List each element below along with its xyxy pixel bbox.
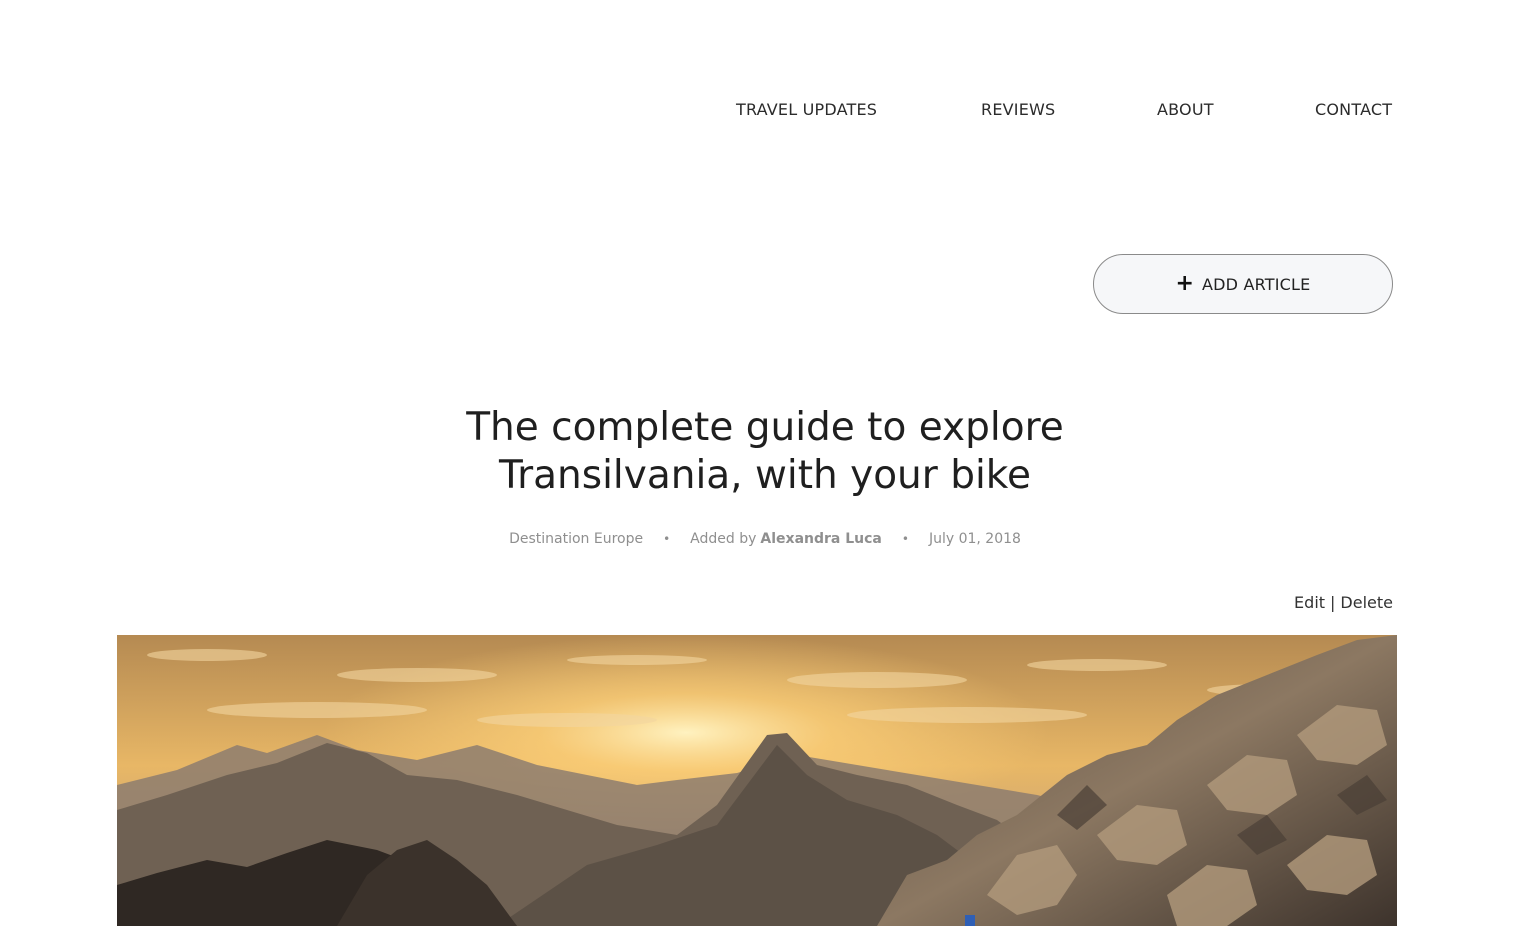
hero-image [117,635,1397,926]
added-by-prefix: Added by [690,531,757,547]
nav-about[interactable]: ABOUT [1157,100,1214,119]
article-title-line1: The complete guide to explore [466,405,1064,450]
article-title: The complete guide to explore Transilvan… [0,404,1530,500]
plus-icon: + [1175,271,1194,296]
edit-link[interactable]: Edit [1294,593,1325,612]
add-article-button[interactable]: + ADD ARTICLE [1093,254,1393,314]
article-category[interactable]: Destination Europe [509,531,643,547]
add-article-label: ADD ARTICLE [1201,274,1311,294]
article-meta: Destination Europe • Added by Alexandra … [0,531,1530,547]
nav-travel-updates[interactable]: TRAVEL UPDATES [736,100,877,119]
meta-separator-dot: • [663,532,671,546]
article-actions: Edit | Delete [1294,593,1393,612]
main-nav: TRAVEL UPDATES REVIEWS ABOUT CONTACT [0,100,1530,124]
mountain-sunset-photo [117,635,1397,926]
delete-link[interactable]: Delete [1340,593,1393,612]
article-title-line2: Transilvania, with your bike [499,453,1031,498]
nav-contact[interactable]: CONTACT [1315,100,1392,119]
article-author[interactable]: Alexandra Luca [760,531,881,547]
actions-separator: | [1330,593,1336,612]
nav-reviews[interactable]: REVIEWS [981,100,1055,119]
meta-separator-dot: • [901,532,909,546]
article-date: July 01, 2018 [928,531,1021,547]
